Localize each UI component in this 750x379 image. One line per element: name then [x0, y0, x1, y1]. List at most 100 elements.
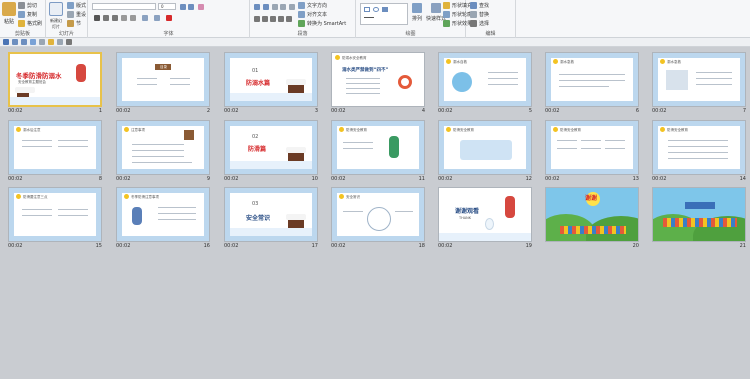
new-icon[interactable] — [39, 39, 45, 45]
editing-group: 查找 替换 选择 编辑 — [466, 0, 516, 38]
content-line — [158, 207, 196, 208]
slide-thumbnail-16[interactable]: 冬季防滑注意事项 — [116, 187, 210, 242]
customize-dropdown-icon[interactable] — [66, 39, 72, 45]
oval-shape-icon[interactable] — [373, 7, 379, 12]
slide-thumbnail-21[interactable] — [652, 187, 746, 242]
align-center-icon[interactable] — [262, 16, 268, 22]
rectangle-shape-icon[interactable] — [364, 7, 370, 12]
replace-label: 替换 — [479, 12, 490, 18]
line-spacing-icon[interactable] — [289, 4, 295, 10]
shadow-icon[interactable] — [121, 15, 127, 21]
arrange-button[interactable]: 排列 — [412, 3, 422, 22]
quick-print-icon[interactable] — [57, 39, 63, 45]
reset-button[interactable]: 重设 — [67, 11, 86, 18]
font-color-icon[interactable] — [166, 15, 172, 21]
align-text-button[interactable]: 对齐文本 — [298, 11, 327, 18]
content-line — [557, 140, 577, 141]
slide-thumbnail-12[interactable]: 防滑安全教育 — [438, 120, 532, 175]
slide-thumbnail-5[interactable]: 溺水自救 — [438, 52, 532, 107]
slide-thumbnail-9[interactable]: 注意事项 — [116, 120, 210, 175]
slide-content: 溺水自救 — [444, 58, 526, 101]
slide-timing: 00:02 — [438, 176, 453, 182]
content-line — [696, 72, 732, 73]
align-right-icon[interactable] — [270, 16, 276, 22]
text-direction-icon — [298, 2, 305, 9]
content-line — [605, 148, 625, 149]
numbering-icon[interactable] — [263, 4, 269, 10]
increase-indent-icon[interactable] — [280, 4, 286, 10]
new-slide-button[interactable]: 新建幻灯片 — [49, 2, 63, 30]
redo-icon[interactable] — [21, 39, 27, 45]
font-size-field[interactable]: 0 — [158, 3, 176, 10]
font-name-field[interactable] — [92, 3, 156, 10]
slide-thumbnail-3[interactable]: 01 防溺水篇 — [224, 52, 318, 107]
section-button[interactable]: 节 — [67, 20, 81, 27]
content-line — [559, 86, 609, 87]
present-icon[interactable] — [30, 39, 36, 45]
slide-content: 溺水后注意 — [14, 126, 96, 169]
slide-thumbnail-20[interactable]: 谢谢 — [545, 187, 639, 242]
slide-thumbnail-7[interactable]: 溺水急救 — [652, 52, 746, 107]
grow-font-icon[interactable] — [180, 4, 186, 10]
slide-thumbnail-1[interactable]: 冬季防滑防溺水 安全教育主题班会 — [8, 52, 102, 107]
save-icon[interactable] — [3, 39, 9, 45]
slide-content: 02 防滑篇 — [230, 126, 312, 169]
slide-thumbnail-6[interactable]: 溺水急救 — [545, 52, 639, 107]
find-button[interactable]: 查找 — [470, 2, 489, 9]
layout-label: 版式 — [76, 3, 87, 9]
slide-thumbnail-14[interactable]: 防滑安全教育 — [652, 120, 746, 175]
strikethrough-icon[interactable] — [130, 15, 136, 21]
text-direction-button[interactable]: 文字方向 — [298, 2, 327, 9]
slide-thumbnail-18[interactable]: 安全常识 — [331, 187, 425, 242]
select-button[interactable]: 选择 — [470, 20, 489, 27]
italic-icon[interactable] — [103, 15, 109, 21]
convert-smartart-button[interactable]: 转换为 SmartArt — [298, 20, 346, 27]
undo-icon[interactable] — [12, 39, 18, 45]
slide-title: 防滑安全教育 — [560, 128, 581, 132]
slide-content: 防滑要注意三点 — [14, 193, 96, 236]
layout-button[interactable]: 版式 — [67, 2, 86, 9]
slide-thumbnail-10[interactable]: 02 防滑篇 — [224, 120, 318, 175]
bold-icon[interactable] — [94, 15, 100, 21]
ball-icon — [553, 59, 558, 64]
diagram-graphic — [367, 207, 391, 231]
underline-icon[interactable] — [112, 15, 118, 21]
slide-title: 目录 — [160, 65, 167, 69]
quick-styles-icon — [431, 3, 441, 13]
slide-thumbnail-11[interactable]: 防滑安全教育 — [331, 120, 425, 175]
slide-thumbnail-2[interactable]: 目录 — [116, 52, 210, 107]
shrink-font-icon[interactable] — [188, 4, 194, 10]
columns-icon[interactable] — [286, 16, 292, 22]
copy-button[interactable]: 复制 — [18, 11, 37, 18]
slide-thumbnail-4[interactable]: 防溺水安全教育 溺水类严禁做到“四不” — [331, 52, 425, 107]
snow-ground — [230, 228, 312, 236]
slide-timing: 00:02 — [116, 176, 131, 182]
slide-timing: 00:02 — [224, 108, 239, 114]
paste-button[interactable]: 粘贴 — [2, 2, 16, 25]
content-line — [22, 215, 52, 216]
slide-title: 防滑安全教育 — [346, 128, 367, 132]
open-icon[interactable] — [48, 39, 54, 45]
format-painter-button[interactable]: 格式刷 — [18, 20, 42, 27]
content-line — [22, 209, 52, 210]
slide-thumbnail-19[interactable]: 谢谢观看 THANK — [438, 187, 532, 242]
cut-label: 剪切 — [27, 3, 38, 9]
slide-thumbnail-17[interactable]: 03 安全常识 — [224, 187, 318, 242]
slide-thumbnail-8[interactable]: 溺水后注意 — [8, 120, 102, 175]
justify-icon[interactable] — [278, 16, 284, 22]
char-spacing-icon[interactable] — [142, 15, 148, 21]
slide-thumbnail-15[interactable]: 防滑要注意三点 — [8, 187, 102, 242]
replace-button[interactable]: 替换 — [470, 11, 489, 18]
slide-thumbnail-13[interactable]: 防滑安全教育 — [545, 120, 639, 175]
snow-ground — [230, 161, 312, 169]
decrease-indent-icon[interactable] — [272, 4, 278, 10]
change-case-icon[interactable] — [154, 15, 160, 21]
bullets-icon[interactable] — [254, 4, 260, 10]
shapes-gallery[interactable] — [360, 3, 408, 25]
clear-format-icon[interactable] — [198, 4, 204, 10]
arrow-shape-icon[interactable] — [382, 7, 388, 12]
cut-button[interactable]: 剪切 — [18, 2, 37, 9]
line-shape-icon[interactable] — [364, 17, 374, 18]
content-line — [395, 211, 413, 212]
align-left-icon[interactable] — [254, 16, 260, 22]
